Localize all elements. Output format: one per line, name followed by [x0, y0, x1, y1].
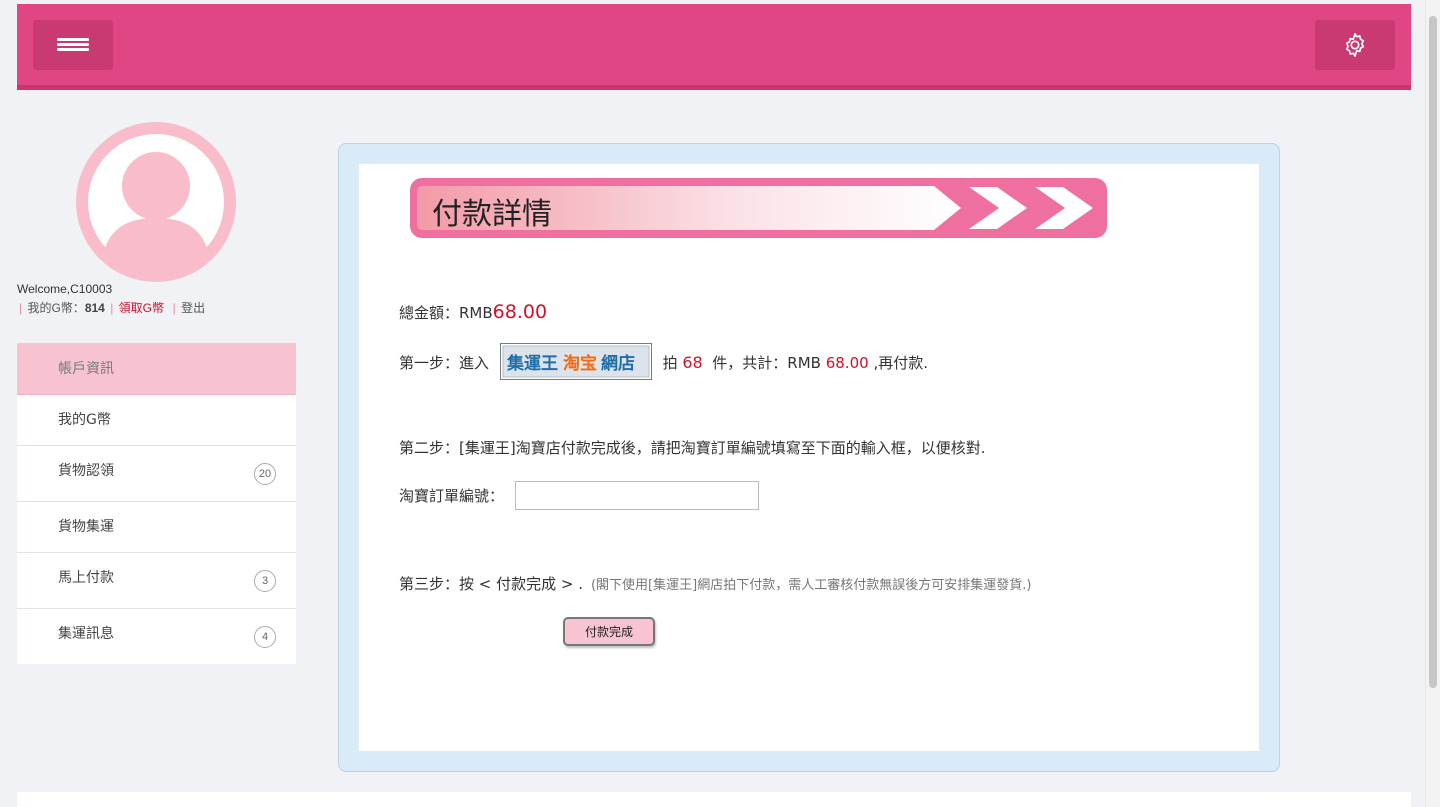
- total-label: 總金額：RMB: [399, 304, 493, 322]
- scrollbar-thumb[interactable]: [1429, 16, 1437, 688]
- settings-button[interactable]: [1315, 20, 1395, 70]
- separator: |: [19, 301, 23, 315]
- order-number-input[interactable]: [515, 481, 759, 510]
- separator: |: [172, 301, 176, 315]
- count-badge: 4: [254, 625, 276, 648]
- sidebar-item-label: 集運訊息: [58, 626, 114, 642]
- count-badge: 20: [254, 462, 276, 485]
- footer: [17, 792, 1411, 807]
- step1-amount: 68.00: [825, 354, 869, 372]
- hamburger-menu-icon: [57, 38, 89, 41]
- g-coin-value: 814: [84, 301, 105, 315]
- user-avatar-icon: [76, 122, 236, 282]
- hamburger-menu-icon-bar: [57, 48, 89, 51]
- sidebar-item-label: 我的G幣: [58, 412, 111, 428]
- sidebar-item-pay-now[interactable]: 馬上付款 3: [17, 553, 296, 609]
- count-badge: 3: [254, 569, 276, 592]
- sidebar-item-consolidation[interactable]: 貨物集運: [17, 502, 296, 553]
- gear-icon: [1345, 33, 1365, 57]
- step3-note: (閣下使用[集運王]網店拍下付款，需人工審核付款無誤後方可安排集運發貨.): [590, 578, 1032, 593]
- sidebar-menu: 帳戶資訊 我的G幣 貨物認領 20 貨物集運 馬上付款 3 集運訊息 4: [17, 343, 296, 664]
- step1-mid: 拍: [662, 354, 678, 372]
- g-coin-label: 我的G幣：: [27, 301, 85, 315]
- hamburger-menu-icon-bar: [57, 43, 89, 46]
- step3-row: 第三步：按 < 付款完成 > . (閣下使用[集運王]網店拍下付款，需人工審核付款…: [399, 573, 1031, 594]
- sidebar-item-goods-claim[interactable]: 貨物認領 20: [17, 446, 296, 502]
- taobao-shop-logo[interactable]: 集運王 淘宝 網店: [499, 343, 652, 380]
- total-amount-row: 總金額：RMB68.00: [399, 301, 547, 323]
- step1-unit: 件，共計：RMB: [712, 354, 821, 372]
- step1-prefix: 第一步：進入: [399, 354, 490, 372]
- sidebar-item-label: 貨物認領: [58, 463, 114, 479]
- menu-toggle-button[interactable]: [33, 20, 113, 70]
- sidebar-item-account-info[interactable]: 帳戶資訊: [17, 343, 296, 395]
- step3-text: 第三步：按 < 付款完成 > .: [399, 575, 583, 593]
- svg-text:淘宝: 淘宝: [563, 353, 597, 374]
- logout-link[interactable]: 登出: [181, 301, 205, 315]
- step1-suffix: ,再付款.: [873, 354, 928, 372]
- payment-complete-button[interactable]: 付款完成: [563, 617, 655, 646]
- quantity-value: 68: [682, 353, 703, 372]
- svg-text:網店: 網店: [601, 353, 635, 374]
- top-navbar: [17, 4, 1411, 90]
- welcome-text: Welcome,C10003: [17, 282, 113, 296]
- user-coin-line: | 我的G幣：814 | 領取G幣 | 登出: [17, 299, 205, 316]
- total-value: 68.00: [492, 301, 548, 323]
- order-number-label: 淘寶訂單編號：: [399, 487, 505, 505]
- sidebar-item-label: 馬上付款: [58, 570, 114, 586]
- step2-text: 第二步：[集運王]淘寶店付款完成後，請把淘寶訂單編號填寫至下面的輸入框，以便核對…: [399, 439, 986, 457]
- sidebar-item-label: 貨物集運: [58, 519, 114, 535]
- step1-row: 第一步：進入 集運王 淘宝 網店 拍 68 件，共計：RMB 68.00 ,再付…: [399, 343, 928, 382]
- sidebar-item-my-g-coins[interactable]: 我的G幣: [17, 395, 296, 446]
- sidebar-item-messages[interactable]: 集運訊息 4: [17, 609, 296, 664]
- svg-text:集運王: 集運王: [506, 353, 558, 374]
- page-title: 付款詳情: [432, 197, 552, 232]
- sidebar-item-label: 帳戶資訊: [58, 361, 114, 377]
- separator: |: [110, 301, 114, 315]
- claim-g-coin-link[interactable]: 領取G幣: [119, 301, 164, 315]
